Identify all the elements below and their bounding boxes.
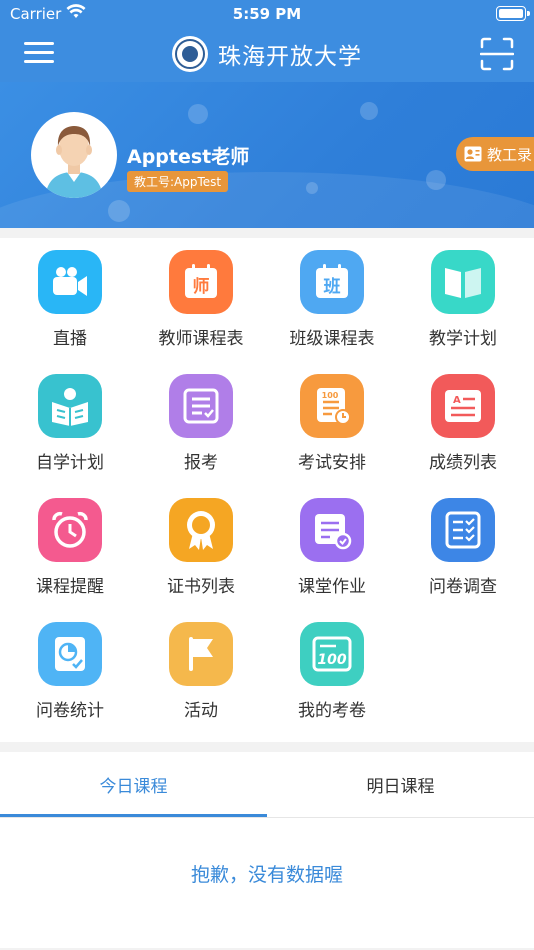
- battery-icon: [496, 6, 530, 21]
- grid-label: 班级课程表: [289, 329, 375, 349]
- grid-label: 成绩列表: [429, 453, 497, 473]
- grid-item-survey-statistics[interactable]: 问卷统计: [5, 610, 135, 734]
- survey-checklist-icon: [431, 498, 495, 562]
- grade-list-icon: A: [431, 374, 495, 438]
- grid-item-course-reminder[interactable]: 课程提醒: [5, 486, 135, 610]
- grid-label: 课堂作业: [298, 577, 366, 597]
- grid-item-class-timetable[interactable]: 班 班级课程表: [267, 238, 397, 362]
- staff-directory-label: 教工录: [487, 145, 533, 164]
- grid-item-certificate-list[interactable]: 证书列表: [136, 486, 266, 610]
- contact-card-icon: [464, 146, 482, 162]
- nav-title-group: 珠海开放大学: [0, 34, 534, 74]
- grid-label: 问卷调查: [429, 577, 497, 597]
- teacher-avatar-icon: [45, 126, 103, 198]
- self-study-icon: [38, 374, 102, 438]
- calendar-glyph: 班: [324, 277, 341, 297]
- grid-item-registration[interactable]: 报考: [136, 362, 266, 486]
- grid-item-teaching-plan[interactable]: 教学计划: [398, 238, 528, 362]
- function-grid: 直播 师 教师课程表 班 班级课程表 教学计划 自学计划 报考 100 考试安排…: [0, 238, 534, 742]
- grid-label: 自学计划: [36, 453, 104, 473]
- registration-icon: [169, 374, 233, 438]
- exam-paper-icon: 100: [300, 622, 364, 686]
- exam-schedule-icon: 100: [300, 374, 364, 438]
- certificate-medal-icon: [169, 498, 233, 562]
- teacher-timetable-icon: 师: [169, 250, 233, 314]
- grid-item-classroom-homework[interactable]: 课堂作业: [267, 486, 397, 610]
- grid-label: 问卷统计: [36, 701, 104, 721]
- survey-stats-icon: [38, 622, 102, 686]
- live-video-icon: [38, 250, 102, 314]
- grid-label: 教师课程表: [158, 329, 244, 349]
- status-time: 5:59 PM: [232, 5, 302, 23]
- grid-item-live[interactable]: 直播: [5, 238, 135, 362]
- profile-banner: Apptest老师 教工号:AppTest 教工录: [0, 82, 534, 228]
- tab-tomorrow-courses[interactable]: 明日课程: [267, 752, 534, 816]
- calendar-glyph: 师: [193, 276, 210, 297]
- staff-directory-button[interactable]: 教工录: [456, 137, 534, 171]
- page-title: 珠海开放大学: [218, 44, 362, 70]
- grid-item-my-exam-papers[interactable]: 100 我的考卷: [267, 610, 397, 734]
- alarm-clock-icon: [38, 498, 102, 562]
- university-logo: [172, 36, 208, 72]
- grid-item-exam-schedule[interactable]: 100 考试安排: [267, 362, 397, 486]
- status-bar: Carrier 5:59 PM: [0, 0, 534, 28]
- grid-item-questionnaire[interactable]: 问卷调查: [398, 486, 528, 610]
- grid-label: 教学计划: [429, 329, 497, 349]
- grid-label: 报考: [184, 453, 218, 473]
- employee-id-badge: 教工号:AppTest: [127, 171, 229, 192]
- grid-item-teacher-timetable[interactable]: 师 教师课程表: [136, 238, 266, 362]
- flag-icon: [169, 622, 233, 686]
- grid-label: 课程提醒: [36, 577, 104, 597]
- grid-item-self-study[interactable]: 自学计划: [5, 362, 135, 486]
- grid-label: 直播: [53, 329, 87, 349]
- avatar[interactable]: [31, 112, 117, 198]
- class-timetable-icon: 班: [300, 250, 364, 314]
- course-tabs-panel: 今日课程 明日课程 抱歉，没有数据喔: [0, 752, 534, 948]
- svg-text:100: 100: [322, 391, 339, 400]
- nav-bar: 珠海开放大学: [0, 28, 534, 82]
- teacher-name: Apptest老师: [127, 146, 250, 168]
- divider: [0, 817, 534, 818]
- grid-label: 考试安排: [298, 453, 366, 473]
- homework-icon: [300, 498, 364, 562]
- grid-label: 证书列表: [167, 577, 235, 597]
- grid-label: 我的考卷: [298, 701, 366, 721]
- open-book-icon: [431, 250, 495, 314]
- svg-text:A: A: [453, 395, 461, 406]
- grid-item-activity[interactable]: 活动: [136, 610, 266, 734]
- svg-text:100: 100: [317, 652, 346, 668]
- grid-item-grade-list[interactable]: A 成绩列表: [398, 362, 528, 486]
- tab-today-courses[interactable]: 今日课程: [0, 752, 267, 816]
- scan-icon[interactable]: [480, 37, 514, 71]
- empty-state-message: 抱歉，没有数据喔: [190, 864, 343, 886]
- grid-label: 活动: [184, 701, 218, 721]
